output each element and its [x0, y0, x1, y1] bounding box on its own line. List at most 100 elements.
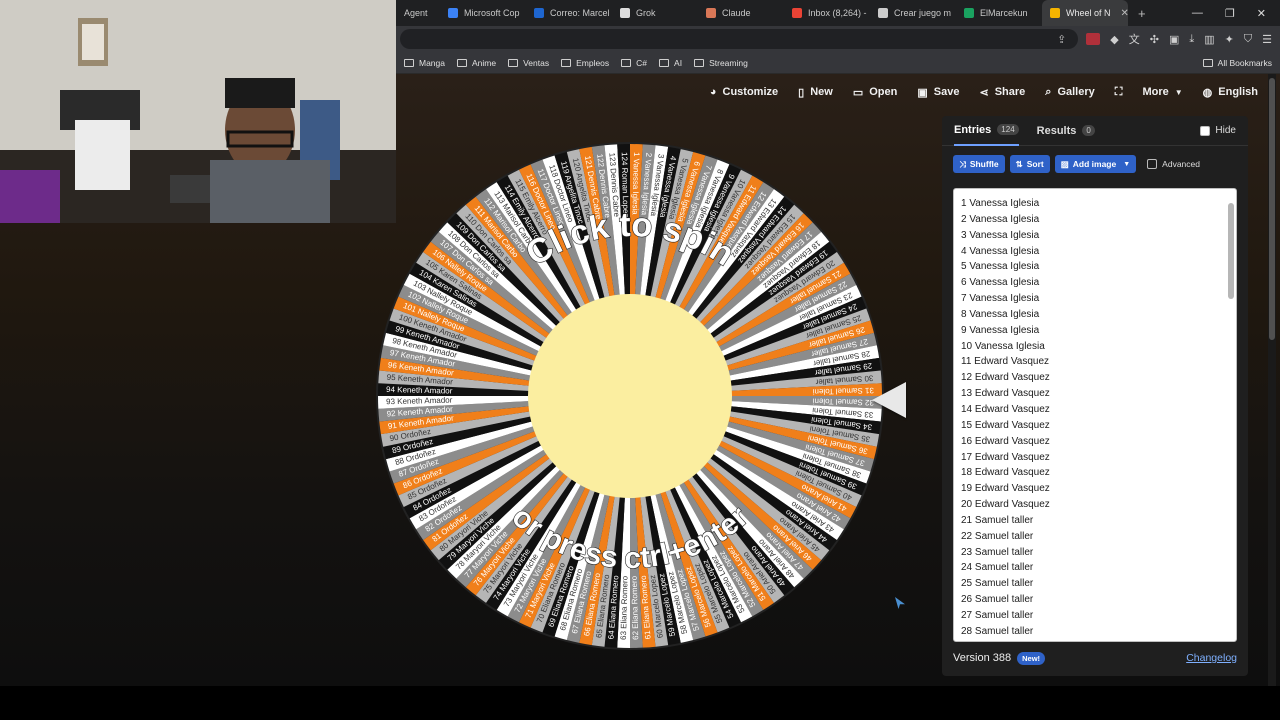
share-button[interactable]: ⋖ Share [969, 74, 1035, 110]
wheel-canvas[interactable]: 1 Vanessa Iglesia2 Vanessa Iglesia3 Vane… [372, 138, 888, 654]
new-button[interactable]: ▯ New [788, 74, 843, 110]
entry-line[interactable]: 26 Samuel taller [961, 592, 1236, 608]
shuffle-button[interactable]: ⤨ Shuffle [953, 155, 1005, 173]
webcam-image [0, 0, 396, 223]
advanced-toggle[interactable]: Advanced [1147, 159, 1200, 169]
tab-favicon-icon [534, 8, 544, 18]
page-scroll-thumb[interactable] [1269, 78, 1275, 340]
entry-line[interactable]: 20 Edward Vasquez [961, 497, 1236, 513]
browser-tab[interactable]: Grok [612, 0, 698, 26]
menu-icon[interactable]: ☰ [1262, 33, 1272, 46]
media-icon[interactable]: ▣ [1169, 33, 1179, 46]
copilot-icon[interactable]: ✦ [1225, 33, 1234, 46]
hide-checkbox[interactable] [1200, 125, 1211, 136]
share-page-icon[interactable]: ⇪ [1057, 33, 1066, 46]
entry-line[interactable]: 2 Vanessa Iglesia [961, 212, 1236, 228]
entry-line[interactable]: 22 Samuel taller [961, 529, 1236, 545]
entry-line[interactable]: 19 Edward Vasquez [961, 481, 1236, 497]
entry-line[interactable]: 9 Vanessa Iglesia [961, 323, 1236, 339]
address-field[interactable]: ⇪ [400, 29, 1079, 49]
more-label: More [1142, 86, 1169, 98]
entry-line[interactable]: 23 Samuel taller [961, 545, 1236, 561]
close-window-icon[interactable]: ✕ [1257, 7, 1266, 20]
tab-favicon-icon [448, 8, 458, 18]
bookmark-label: Streaming [709, 57, 748, 68]
wheel-center[interactable] [528, 294, 732, 498]
entry-line[interactable]: 14 Edward Vasquez [961, 402, 1236, 418]
bookmark-folder[interactable]: Ventas [502, 58, 555, 68]
fullscreen-button[interactable]: ⛶ [1105, 74, 1133, 110]
bookmark-label: AI [674, 57, 683, 68]
wheel[interactable]: 1 Vanessa Iglesia 2 Vanessa Iglesia 3 Vane… [372, 138, 888, 654]
extension-icon[interactable]: ◆ [1110, 33, 1118, 46]
entry-line[interactable]: 7 Vanessa Iglesia [961, 291, 1236, 307]
close-tab-icon[interactable]: ✕ [1121, 8, 1128, 19]
entry-line[interactable]: 25 Samuel taller [961, 576, 1236, 592]
browser-tab[interactable]: Agent [396, 0, 440, 26]
panel-tabs: Entries 124 Results 0 Hide [942, 116, 1248, 146]
entry-line[interactable]: 11 Edward Vasquez [961, 354, 1236, 370]
shield-icon[interactable]: ⛉ [1244, 33, 1252, 46]
entry-line[interactable]: 10 Vanessa Iglesia [961, 339, 1236, 355]
entry-line[interactable]: 4 Vanessa Iglesia [961, 244, 1236, 260]
more-button[interactable]: More ▼ [1132, 74, 1192, 110]
restore-icon[interactable]: ❐ [1225, 7, 1235, 20]
entry-line[interactable]: 12 Edward Vasquez [961, 370, 1236, 386]
bookmark-folder[interactable]: AI [653, 58, 688, 68]
puzzle-icon[interactable]: ✣ [1150, 33, 1159, 46]
entry-line[interactable]: 3 Vanessa Iglesia [961, 228, 1236, 244]
new-tab-button[interactable]: + [1128, 6, 1156, 21]
sort-button[interactable]: ⇅ Sort [1009, 155, 1050, 173]
entry-line[interactable]: 13 Edward Vasquez [961, 386, 1236, 402]
extension-badge-icon[interactable] [1086, 33, 1101, 45]
sidebar-icon[interactable]: ▥ [1204, 33, 1214, 46]
panel-footer: Version 388 New! Changelog [953, 648, 1237, 668]
browser-tab[interactable]: Microsoft Cop [440, 0, 526, 26]
entry-line[interactable]: 18 Edward Vasquez [961, 465, 1236, 481]
all-bookmarks-button[interactable]: All Bookmarks [1197, 58, 1280, 68]
entry-line[interactable]: 6 Vanessa Iglesia [961, 275, 1236, 291]
entries-textarea[interactable]: 1 Vanessa Iglesia 2 Vanessa Iglesia 3 Vane… [953, 188, 1237, 642]
entry-line[interactable]: 8 Vanessa Iglesia [961, 307, 1236, 323]
entry-line[interactable]: 24 Samuel taller [961, 560, 1236, 576]
browser-tab[interactable]: Inbox (8,264) - [784, 0, 870, 26]
hide-toggle[interactable]: Hide [1200, 125, 1236, 136]
entries-scroll-thumb[interactable] [1228, 203, 1234, 299]
language-button[interactable]: ◍ English [1193, 74, 1268, 110]
gallery-button[interactable]: ⌕ Gallery [1035, 74, 1104, 110]
changelog-link[interactable]: Changelog [1186, 652, 1237, 664]
browser-tab[interactable]: Correo: Marcel [526, 0, 612, 26]
entry-line[interactable]: 21 Samuel taller [961, 513, 1236, 529]
page-scrollbar[interactable] [1268, 74, 1276, 686]
bookmark-folder[interactable]: Anime [451, 58, 502, 68]
entry-line[interactable]: 16 Edward Vasquez [961, 434, 1236, 450]
entry-line[interactable]: 15 Edward Vasquez [961, 418, 1236, 434]
entry-line[interactable]: 17 Edward Vasquez [961, 450, 1236, 466]
translate-icon[interactable]: 文 [1129, 31, 1140, 47]
open-button[interactable]: ▭ Open [843, 74, 908, 110]
add-image-button[interactable]: ▨ Add image ▼ [1054, 155, 1137, 173]
caret-down-icon: ▼ [1174, 87, 1183, 97]
entry-line[interactable]: 27 Samuel taller [961, 608, 1236, 624]
download-icon[interactable]: ⤓ [1189, 33, 1194, 46]
bookmark-folder[interactable]: Streaming [688, 58, 754, 68]
bookmark-folder[interactable]: C# [615, 58, 653, 68]
bookmark-folder[interactable]: Empleos [555, 58, 615, 68]
browser-tab[interactable]: Wheel of N ✕ [1042, 0, 1128, 26]
entry-line[interactable]: 5 Vanessa Iglesia [961, 259, 1236, 275]
bookmark-folder[interactable]: Manga [398, 58, 451, 68]
bookmark-label: Anime [472, 57, 497, 68]
entry-line[interactable]: 1 Vanessa Iglesia [961, 196, 1236, 212]
browser-tab[interactable]: Claude [698, 0, 784, 26]
tab-entries[interactable]: Entries 124 [954, 116, 1019, 146]
browser-tab[interactable]: Crear juego m [870, 0, 956, 26]
tab-results[interactable]: Results 0 [1037, 116, 1095, 146]
wheel-slice-label: 1 Vanessa Iglesia [630, 152, 641, 215]
entry-line[interactable]: 28 Samuel taller [961, 624, 1236, 640]
entries-scrollbar[interactable] [1228, 193, 1234, 637]
customize-button[interactable]: ◕ Customize [700, 74, 788, 110]
browser-tab[interactable]: ElMarcekun [956, 0, 1042, 26]
save-button[interactable]: ▣ Save [907, 74, 969, 110]
advanced-checkbox[interactable] [1147, 159, 1158, 169]
minimize-icon[interactable]: — [1192, 7, 1203, 20]
